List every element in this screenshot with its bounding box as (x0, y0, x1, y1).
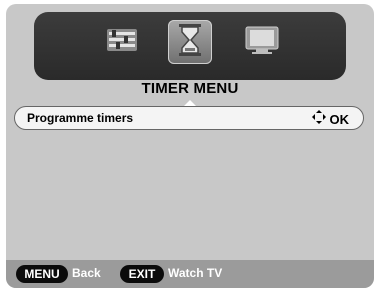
tv-icon (244, 25, 280, 60)
menu-title: TIMER MENU (141, 80, 239, 97)
back-label: Back (72, 266, 101, 280)
sliders-icon (105, 27, 139, 58)
menu-tab-bar (34, 12, 346, 80)
ok-label: OK (329, 112, 350, 127)
bottom-help-bar: MENU Back EXIT Watch TV (6, 260, 374, 288)
tab-settings[interactable] (100, 20, 144, 64)
hourglass-icon (175, 22, 205, 63)
menu-item-action: OK (311, 110, 350, 129)
menu-key-badge[interactable]: MENU (16, 265, 68, 283)
tv-menu-window: TIMER MENU Programme timers OK MENU Back… (6, 4, 374, 288)
exit-key-badge[interactable]: EXIT (120, 265, 164, 283)
four-way-arrows-icon (311, 110, 326, 129)
watch-tv-label: Watch TV (168, 266, 223, 280)
menu-item-label: Programme timers (27, 111, 134, 125)
menu-item-programme-timers[interactable]: Programme timers OK (14, 106, 364, 130)
tab-timer[interactable] (168, 20, 212, 64)
tab-tv[interactable] (240, 20, 284, 64)
